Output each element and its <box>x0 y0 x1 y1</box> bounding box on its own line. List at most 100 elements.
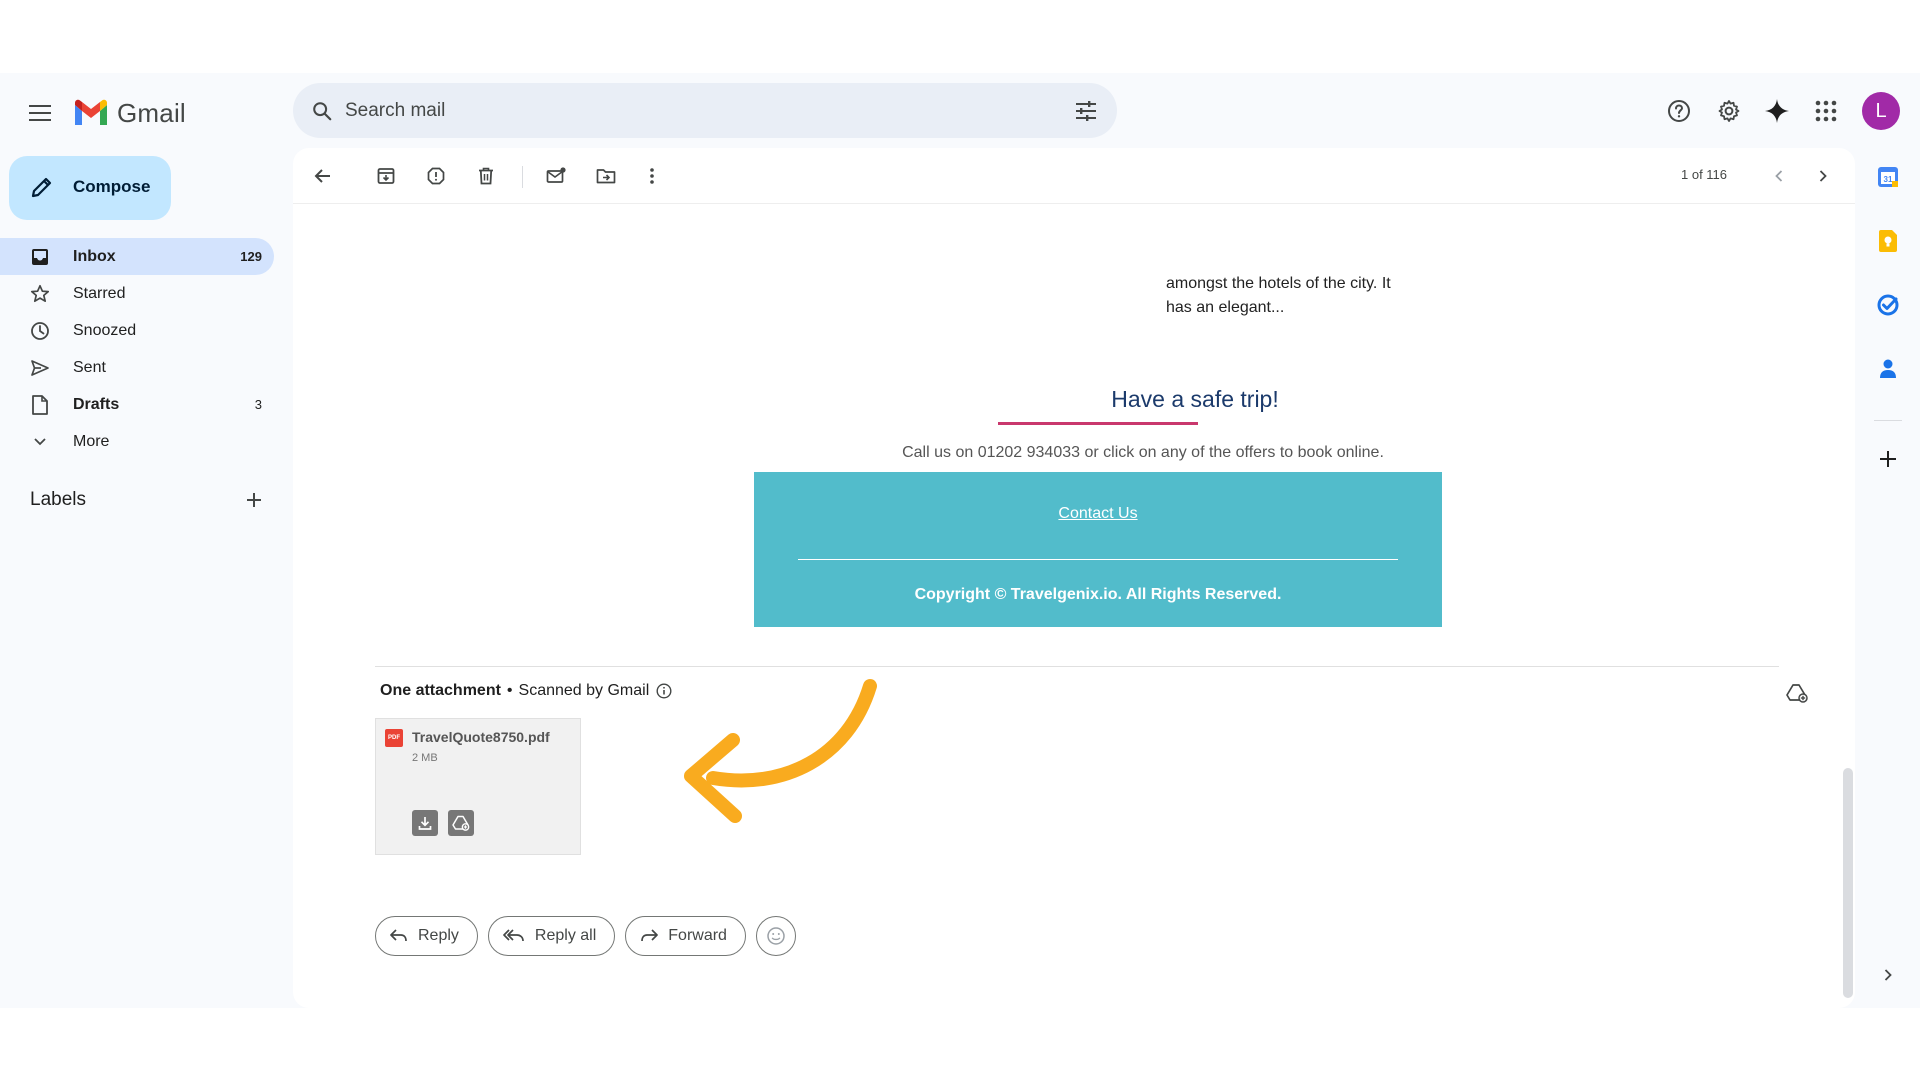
attachment-count: One attachment <box>380 682 501 699</box>
message-pager: 1 of 116 <box>1681 167 1728 182</box>
reply-all-label: Reply all <box>534 927 597 944</box>
heading-underline <box>998 422 1198 425</box>
reply-all-icon <box>503 929 524 942</box>
mark-unread-button[interactable] <box>540 160 572 192</box>
search-icon[interactable] <box>307 96 337 126</box>
sidebar-item-sent[interactable]: Sent <box>0 349 274 386</box>
archive-button[interactable] <box>370 160 402 192</box>
settings-button[interactable] <box>1710 92 1748 130</box>
sidebar-item-inbox[interactable]: Inbox 129 <box>0 238 274 275</box>
trash-icon <box>479 167 493 185</box>
report-spam-button[interactable] <box>420 160 452 192</box>
apps-grid-icon <box>1815 100 1837 122</box>
sidebar-item-more[interactable]: More <box>0 423 274 460</box>
attachment-header: One attachment • Scanned by Gmail <box>380 682 673 700</box>
more-vertical-icon <box>650 168 654 184</box>
tasks-app-button[interactable] <box>1872 289 1904 321</box>
keep-app-button[interactable] <box>1872 225 1904 257</box>
add-all-to-drive-button[interactable] <box>1784 680 1810 706</box>
keep-note-icon <box>1879 230 1897 252</box>
gmail-logo[interactable]: Gmail <box>73 93 186 133</box>
sidebar-item-starred[interactable]: Starred <box>0 275 274 312</box>
newer-button[interactable] <box>1763 160 1795 192</box>
draft-count: 3 <box>254 397 262 412</box>
compose-button[interactable]: Compose <box>9 156 171 220</box>
save-to-drive-button[interactable] <box>448 810 474 836</box>
pdf-file-icon: PDF <box>385 729 403 747</box>
older-button[interactable] <box>1807 160 1839 192</box>
arrow-left-icon <box>314 169 330 183</box>
attachment-size: 2 MB <box>412 752 438 764</box>
move-to-button[interactable] <box>590 160 622 192</box>
gmail-app: Gmail L Compose <box>0 73 1920 1008</box>
spam-alert-icon <box>427 167 445 185</box>
gemini-button[interactable] <box>1758 92 1796 130</box>
safe-trip-heading: Have a safe trip! <box>1111 386 1279 412</box>
add-reaction-button[interactable] <box>755 916 796 956</box>
message-toolbar: 1 of 116 <box>293 148 1855 204</box>
plus-icon <box>247 493 261 507</box>
calendar-icon: 31 <box>1878 167 1898 187</box>
forward-button[interactable]: Forward <box>625 916 746 956</box>
show-side-panel-button[interactable] <box>1872 959 1904 991</box>
star-icon <box>30 284 50 304</box>
reply-button[interactable]: Reply <box>375 916 478 956</box>
sidebar-item-label: Snoozed <box>73 322 137 339</box>
sidebar-item-drafts[interactable]: Drafts 3 <box>0 386 274 423</box>
calendar-app-button[interactable]: 31 <box>1872 161 1904 193</box>
attachment-filename: TravelQuote8750.pdf <box>412 729 550 745</box>
create-label-button[interactable] <box>241 487 267 513</box>
sidebar-item-snoozed[interactable]: Snoozed <box>0 312 274 349</box>
sparkle-icon <box>1765 99 1789 123</box>
message-scrollbar[interactable] <box>1843 768 1853 998</box>
drive-add-icon <box>452 815 470 831</box>
email-footer: Contact Us Copyright © Travelgenix.io. A… <box>754 472 1442 627</box>
sidebar-item-label: More <box>73 433 110 450</box>
attachment-divider <box>375 666 1779 667</box>
drive-add-icon <box>1786 684 1808 703</box>
delete-button[interactable] <box>470 160 502 192</box>
forward-icon <box>641 929 659 942</box>
header-separator: • <box>506 682 513 699</box>
download-attachment-button[interactable] <box>412 810 438 836</box>
gmail-m-icon <box>75 99 107 125</box>
attachment-card[interactable]: PDF TravelQuote8750.pdf 2 MB <box>375 718 581 855</box>
pencil-icon <box>29 174 55 205</box>
gear-icon <box>1718 100 1740 122</box>
search-bar[interactable] <box>293 83 1117 138</box>
hotel-description: amongst the hotels of the city. It has a… <box>1166 275 1391 316</box>
back-button[interactable] <box>307 160 339 192</box>
download-icon <box>418 817 432 830</box>
reply-all-button[interactable]: Reply all <box>487 916 616 956</box>
side-panel-divider <box>1874 420 1902 421</box>
tasks-check-icon <box>1877 294 1899 316</box>
folder-move-icon <box>596 169 616 184</box>
toolbar-divider <box>522 166 523 188</box>
search-input[interactable] <box>343 95 1047 127</box>
sidebar-nav: Inbox 129 Starred Snoozed Sent Drafts 3 … <box>0 238 290 460</box>
chevron-down-icon <box>30 432 50 452</box>
compose-label: Compose <box>73 177 151 196</box>
forward-label: Forward <box>668 927 727 944</box>
chevron-right-icon <box>1819 170 1827 182</box>
mail-unread-icon <box>546 167 566 183</box>
main-menu-button[interactable] <box>22 95 58 131</box>
svg-text:31: 31 <box>1884 175 1893 184</box>
hamburger-menu-icon <box>29 105 51 121</box>
copyright-text: Copyright © Travelgenix.io. All Rights R… <box>914 586 1282 603</box>
annotation-arrow-icon <box>684 679 877 823</box>
get-addons-button[interactable] <box>1872 443 1904 475</box>
contacts-app-button[interactable] <box>1872 353 1904 385</box>
inbox-icon <box>30 247 50 267</box>
unread-count: 129 <box>240 249 262 264</box>
chevron-left-icon <box>1775 170 1783 182</box>
google-apps-button[interactable] <box>1807 92 1845 130</box>
call-us-text: Call us on 01202 934033 or click on any … <box>902 444 1384 461</box>
contact-us-link[interactable]: Contact Us <box>754 505 1442 523</box>
clock-icon <box>30 321 50 341</box>
reply-actions: Reply Reply all Forward <box>375 916 796 956</box>
search-options-icon[interactable] <box>1071 96 1101 126</box>
support-button[interactable] <box>1660 92 1698 130</box>
more-options-button[interactable] <box>636 160 668 192</box>
account-avatar[interactable]: L <box>1862 92 1900 130</box>
